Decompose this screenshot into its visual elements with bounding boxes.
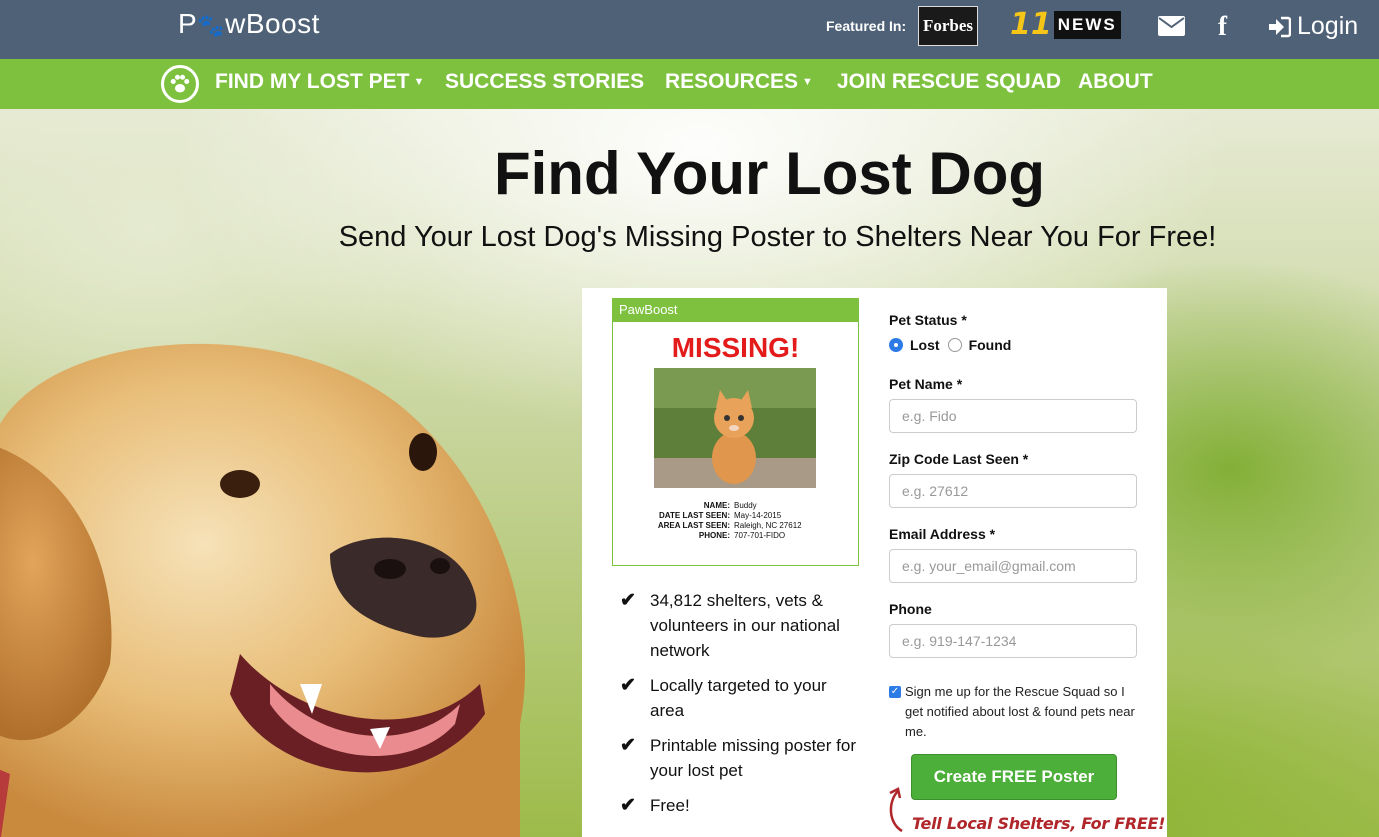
nav-join-rescue-squad[interactable]: JOIN RESCUE SQUAD	[837, 70, 1061, 94]
pet-name-input[interactable]	[889, 399, 1137, 433]
benefit-item: ✔ Locally targeted to your area	[620, 673, 860, 723]
checkmark-icon: ✔	[620, 590, 636, 611]
sign-in-icon	[1269, 16, 1291, 37]
poster-detail-row: PHONE: 707-701-FIDO	[613, 531, 858, 541]
radio-found[interactable]	[947, 338, 962, 352]
benefit-item: ✔ Printable missing poster for your lost …	[620, 733, 860, 783]
checkmark-icon: ✔	[620, 735, 636, 756]
phone-input[interactable]	[889, 624, 1137, 658]
zip-code-input[interactable]	[889, 474, 1137, 508]
benefit-text: Free!	[650, 796, 690, 815]
top-bar: P🐾wBoost Featured In: Forbes 11 NEWS f L…	[0, 0, 1379, 59]
missing-poster-preview: PawBoost MISSING! NAME: Buddy DATE LAST S…	[612, 298, 859, 566]
radio-lost[interactable]	[889, 338, 903, 352]
detail-value: Buddy	[734, 501, 757, 510]
login-link[interactable]: Login	[1267, 12, 1358, 41]
rescue-squad-signup: ✓ Sign me up for the Rescue Squad so I g…	[889, 682, 1139, 742]
kitten-photo	[654, 368, 816, 488]
nav-label: FIND MY LOST PET	[215, 70, 410, 93]
nav-about[interactable]: ABOUT	[1078, 70, 1153, 94]
email-input[interactable]	[889, 549, 1137, 583]
login-label: Login	[1297, 12, 1359, 40]
hero-section: Find Your Lost Dog Send Your Lost Dog's …	[0, 109, 1379, 837]
paw-circle-icon[interactable]	[161, 65, 199, 103]
facebook-icon[interactable]: f	[1218, 11, 1227, 42]
hero-title: Find Your Lost Dog	[493, 140, 1046, 207]
abc-channel-number: 11	[1010, 7, 1052, 42]
zip-code-label: Zip Code Last Seen *	[889, 451, 1029, 467]
benefit-text: Printable missing poster for your lost p…	[650, 736, 856, 780]
benefits-list: ✔ 34,812 shelters, vets & volunteers in o…	[620, 588, 860, 828]
benefit-item: ✔ Free!	[620, 793, 860, 818]
forbes-logo: Forbes	[918, 6, 978, 46]
email-label: Email Address *	[889, 526, 996, 542]
envelope-icon[interactable]	[1158, 16, 1185, 36]
abc-news-text: NEWS	[1053, 11, 1121, 39]
detail-key: NAME:	[703, 501, 730, 510]
nav-label: RESOURCES	[665, 70, 799, 93]
nav-label: SUCCESS STORIES	[445, 70, 645, 93]
hero-subtitle: Send Your Lost Dog's Missing Poster to S…	[338, 221, 1217, 253]
pet-status-label: Pet Status *	[889, 312, 967, 328]
create-free-poster-button[interactable]: Create FREE Poster	[911, 754, 1117, 800]
signup-text: Sign me up for the Rescue Squad so I get…	[905, 684, 1135, 739]
detail-key: AREA LAST SEEN:	[657, 521, 730, 530]
benefit-item: ✔ 34,812 shelters, vets & volunteers in o…	[620, 588, 860, 663]
poster-detail-row: NAME: Buddy	[613, 501, 858, 511]
poster-details: NAME: Buddy DATE LAST SEEN: May-14-2015 AR…	[613, 501, 858, 541]
benefit-text: 34,812 shelters, vets & volunteers in ou…	[650, 591, 840, 660]
poster-missing-title: MISSING!	[671, 332, 800, 363]
poster-form-card: PawBoost MISSING! NAME: Buddy DATE LAST S…	[582, 288, 1167, 837]
paw-icon: 🐾	[197, 13, 226, 38]
caret-down-icon: ▼	[413, 76, 425, 89]
nav-label: ABOUT	[1078, 70, 1153, 93]
logo-text-end: wBoost	[225, 8, 320, 39]
poster-brand: PawBoost	[613, 299, 858, 322]
nav-label: JOIN RESCUE SQUAD	[837, 70, 1062, 93]
radio-found-label[interactable]: Found	[969, 337, 1012, 353]
curved-arrow-icon	[889, 787, 903, 833]
signup-checkbox[interactable]: ✓	[889, 686, 901, 698]
pet-name-label: Pet Name *	[889, 376, 963, 392]
benefit-text: Locally targeted to your area	[650, 676, 827, 720]
detail-key: DATE LAST SEEN:	[659, 511, 730, 520]
poster-form: Pet Status * Lost Found Pet Name * Zip C…	[889, 312, 1139, 742]
featured-in-label: Featured In:	[826, 18, 907, 34]
checkmark-icon: ✔	[620, 795, 636, 816]
golden-retriever-photo	[0, 343, 526, 837]
poster-detail-row: DATE LAST SEEN: May-14-2015	[613, 511, 858, 521]
logo-text-start: P	[178, 8, 198, 39]
pet-status-radios: Lost Found	[889, 337, 1139, 353]
pawboost-logo[interactable]: P🐾wBoost	[178, 8, 320, 40]
nav-success-stories[interactable]: SUCCESS STORIES	[445, 70, 644, 94]
poster-detail-row: AREA LAST SEEN: Raleigh, NC 27612	[613, 521, 858, 531]
detail-value: May-14-2015	[734, 511, 782, 520]
main-nav: FIND MY LOST PET ▼ SUCCESS STORIES RESOUR…	[0, 59, 1379, 109]
checkmark-icon: ✔	[620, 675, 636, 696]
detail-key: PHONE:	[698, 531, 730, 540]
radio-lost-label[interactable]: Lost	[910, 337, 940, 353]
detail-value: 707-701-FIDO	[734, 531, 786, 540]
phone-label: Phone	[889, 601, 932, 617]
caret-down-icon: ▼	[802, 76, 813, 89]
nav-find-my-lost-pet[interactable]: FIND MY LOST PET ▼	[215, 70, 424, 94]
nav-resources[interactable]: RESOURCES ▼	[665, 70, 813, 94]
abc11-news-logo: 11 NEWS	[1010, 7, 1121, 42]
detail-value: Raleigh, NC 27612	[734, 521, 802, 530]
tagline-text: Tell Local Shelters, For FREE!	[912, 814, 1166, 833]
